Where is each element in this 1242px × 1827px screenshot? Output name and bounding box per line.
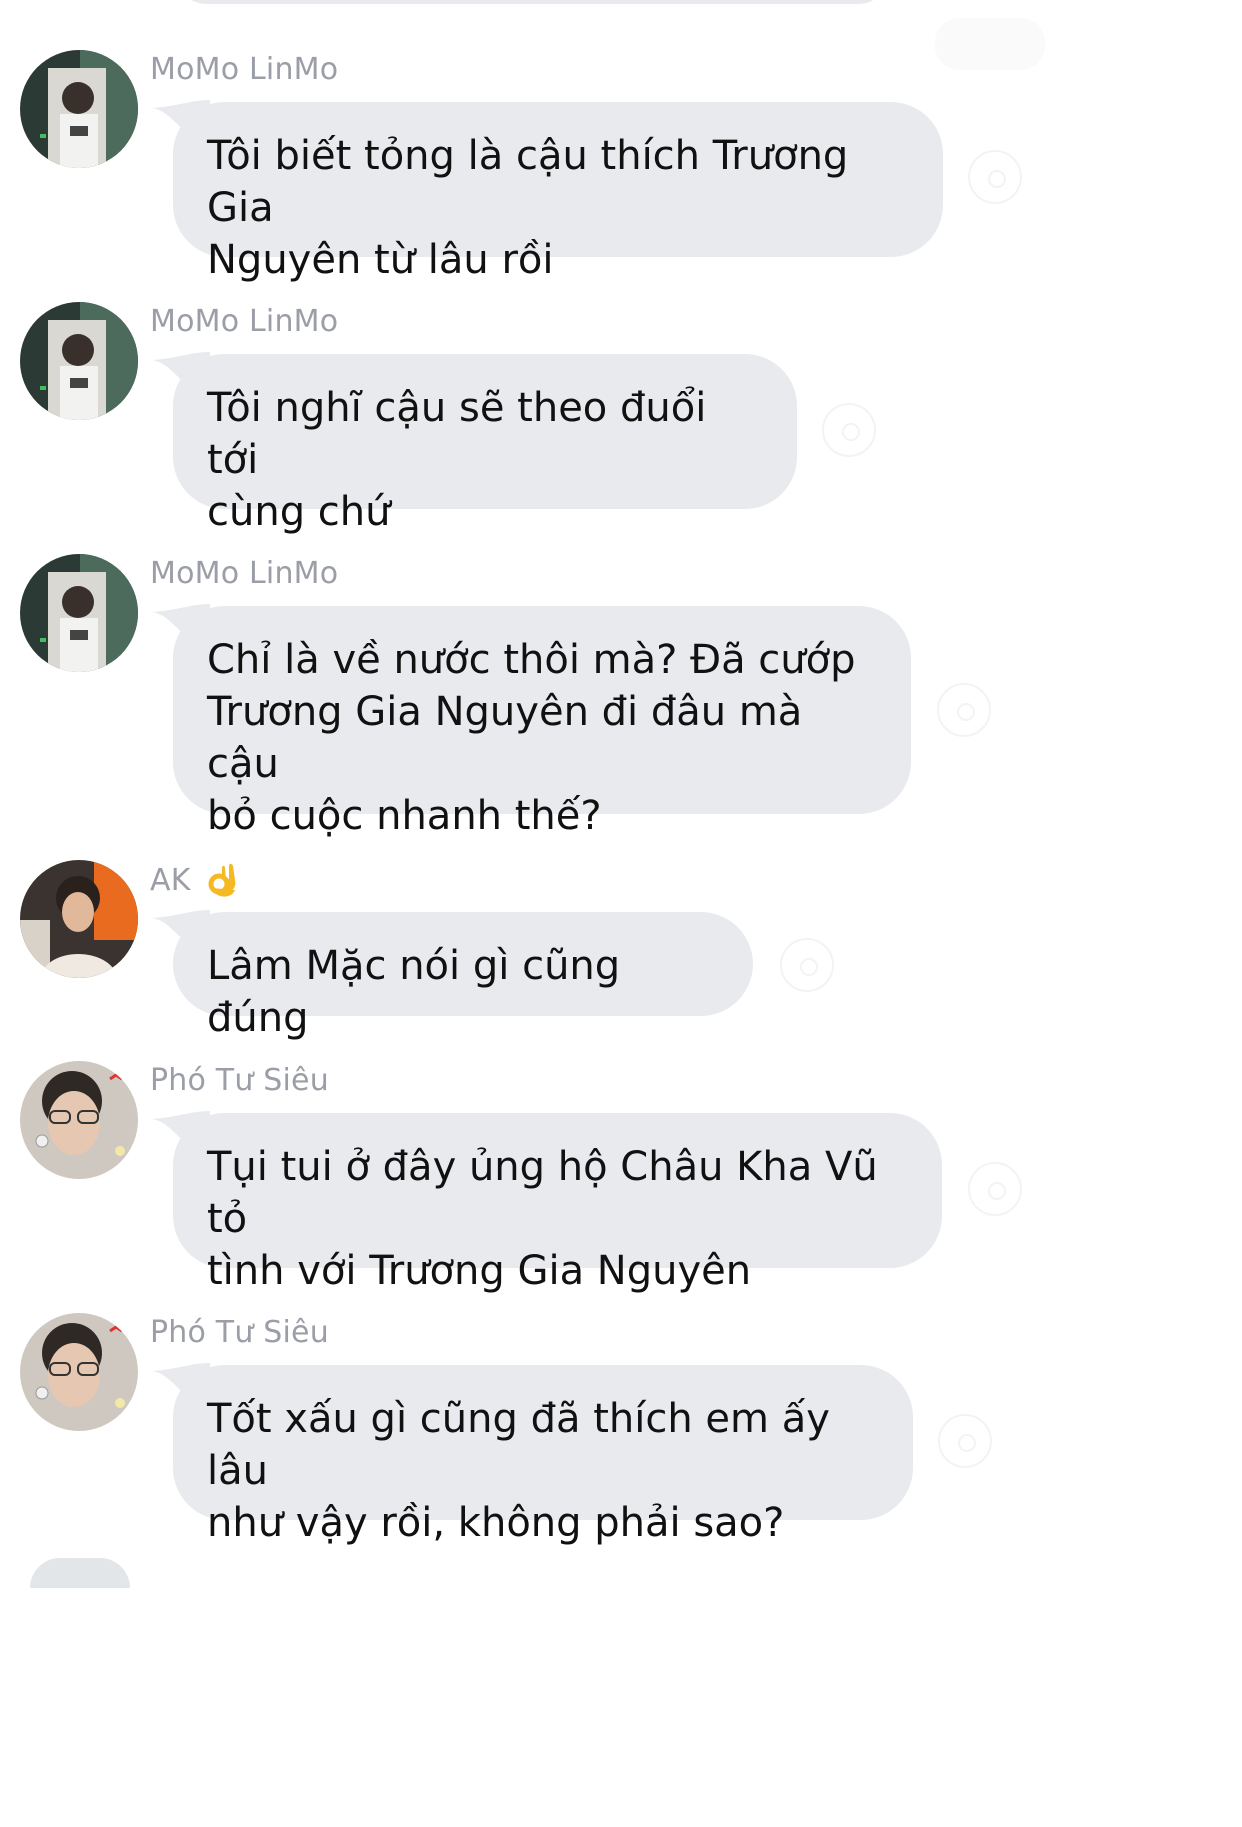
sender-name: AK [150, 862, 191, 898]
message-bubble[interactable]: Tốt xấu gì cũng đã thích em ấy lâu như v… [173, 1365, 913, 1546]
avatar-momo-linmo[interactable] [20, 302, 138, 420]
message-bubble[interactable]: Lâm Mặc nói gì cũng đúng [173, 912, 753, 1041]
reaction-button[interactable] [968, 150, 1022, 204]
sender-name: MoMo LinMo [150, 304, 339, 339]
avatar-image [20, 50, 138, 168]
sender-name: Phó Tư Siêu [150, 1063, 329, 1098]
reaction-button[interactable] [968, 1162, 1022, 1216]
reaction-button[interactable] [780, 938, 834, 992]
message-bubble[interactable]: Tôi biết tỏng là cậu thích Trương Gia Ng… [173, 102, 943, 283]
reaction-button[interactable] [937, 683, 991, 737]
avatar-ak[interactable] [20, 860, 138, 978]
faded-reaction-pill [935, 18, 1045, 70]
avatar-pho-tu-sieu[interactable] [20, 1061, 138, 1179]
avatar-pho-tu-sieu[interactable] [20, 1313, 138, 1431]
avatar-momo-linmo[interactable] [20, 554, 138, 672]
avatar-image [20, 302, 138, 420]
message-bubble[interactable]: Chỉ là về nước thôi mà? Đã cướp Trương G… [173, 606, 911, 839]
avatar-image [20, 1313, 138, 1431]
message-bubble[interactable]: Tôi nghĩ cậu sẽ theo đuổi tới cùng chứ [173, 354, 797, 535]
avatar-image [20, 1061, 138, 1179]
sender-name-row: AK [150, 860, 241, 900]
sender-name: MoMo LinMo [150, 556, 339, 591]
avatar-image [20, 554, 138, 672]
reaction-button[interactable] [822, 403, 876, 457]
next-avatar-partial [30, 1558, 130, 1588]
reaction-button[interactable] [938, 1414, 992, 1468]
sender-name: MoMo LinMo [150, 52, 339, 87]
sender-name: Phó Tư Siêu [150, 1315, 329, 1350]
message-bubble[interactable]: Tụi tui ở đây ủng hộ Châu Kha Vũ tỏ tình… [173, 1113, 942, 1294]
avatar-momo-linmo[interactable] [20, 50, 138, 168]
ok-hand-emoji-icon [208, 863, 235, 897]
previous-message-bubble[interactable] [175, 0, 890, 4]
avatar-image [20, 860, 138, 978]
